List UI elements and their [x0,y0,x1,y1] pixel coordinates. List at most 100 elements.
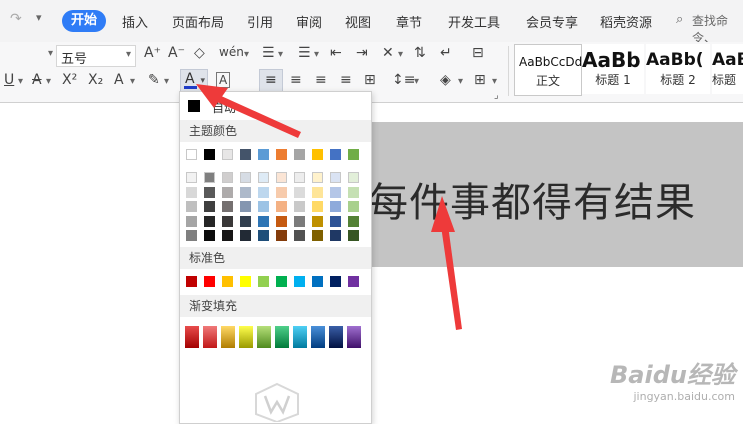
tab-review[interactable]: 审阅 [296,12,322,31]
theme-color-swatch[interactable] [186,149,197,160]
theme-color-swatch[interactable] [258,149,269,160]
theme-shade-swatch[interactable] [258,201,269,212]
theme-shade-swatch[interactable] [258,172,269,183]
theme-color-swatch[interactable] [276,149,287,160]
tab-view[interactable]: 视图 [345,12,371,31]
ruler-icon[interactable]: ⊟ [472,45,484,61]
theme-shade-swatch[interactable] [312,215,323,227]
tab-references[interactable]: 引用 [247,12,273,31]
theme-shade-swatch[interactable] [348,186,359,198]
highlight-icon[interactable]: ✎ [148,72,160,88]
redo-icon[interactable]: ↷ [10,11,22,27]
theme-shade-swatch[interactable] [222,201,233,212]
chevron-down-icon[interactable]: ▾ [164,76,169,87]
standard-color-swatch[interactable] [276,276,287,287]
theme-shade-swatch[interactable] [222,215,233,227]
tab-chapter[interactable]: 章节 [396,12,422,31]
theme-shade-swatch[interactable] [276,201,287,212]
pinyin-guide-icon[interactable]: wén [219,45,244,59]
standard-color-swatch[interactable] [348,276,359,287]
bullet-list-icon[interactable]: ☰ [262,45,275,61]
style-heading-2[interactable]: AaBb( 标题 2 [646,44,710,94]
chevron-down-icon[interactable]: ▾ [414,76,419,87]
theme-shade-swatch[interactable] [186,230,197,241]
decrease-indent-icon[interactable]: ⇤ [330,45,342,61]
shading-icon[interactable]: ◈ [440,72,451,88]
theme-shade-swatch[interactable] [240,215,251,227]
chevron-down-icon[interactable]: ▾ [278,49,283,60]
style-normal[interactable]: AaBbCcDd 正文 [514,44,582,96]
theme-shade-swatch[interactable] [330,172,341,183]
theme-shade-swatch[interactable] [222,186,233,198]
theme-shade-swatch[interactable] [240,186,251,198]
align-left-button[interactable]: ≡ [259,69,283,93]
theme-shade-swatch[interactable] [240,201,251,212]
theme-shade-swatch[interactable] [186,172,197,183]
chevron-down-icon[interactable]: ▾ [130,76,135,87]
theme-shade-swatch[interactable] [222,230,233,241]
chevron-down-icon[interactable]: ▾ [244,49,249,60]
subscript-icon[interactable]: X₂ [88,72,103,88]
gradient-fill-swatch[interactable] [239,326,253,348]
standard-color-swatch[interactable] [186,276,197,287]
auto-color-option[interactable]: 自动 [184,96,367,118]
gradient-fill-swatch[interactable] [293,326,307,348]
theme-color-swatch[interactable] [240,149,251,160]
theme-color-swatch[interactable] [348,149,359,160]
decrease-font-icon[interactable]: A⁻ [168,45,185,61]
paragraph-settings-icon[interactable]: ⌟ [494,90,499,101]
theme-shade-swatch[interactable] [312,172,323,183]
theme-shade-swatch[interactable] [312,201,323,212]
theme-shade-swatch[interactable] [258,215,269,227]
theme-color-swatch[interactable] [312,149,323,160]
theme-shade-swatch[interactable] [330,186,341,198]
increase-font-icon[interactable]: A⁺ [144,45,161,61]
font-size-select[interactable]: 五号 ▾ [56,45,136,67]
chevron-down-icon[interactable]: ▾ [314,49,319,60]
gradient-fill-swatch[interactable] [185,326,199,348]
gradient-fill-swatch[interactable] [257,326,271,348]
theme-shade-swatch[interactable] [204,172,215,183]
show-marks-icon[interactable]: ↵ [440,45,452,61]
theme-shade-swatch[interactable] [312,186,323,198]
theme-color-swatch[interactable] [294,149,305,160]
justify-icon[interactable]: ≡ [340,72,352,88]
standard-color-swatch[interactable] [294,276,305,287]
theme-shade-swatch[interactable] [204,201,215,212]
align-right-icon[interactable]: ≡ [315,72,327,88]
style-heading-3[interactable]: AaB 标题 [712,44,743,94]
gradient-fill-swatch[interactable] [347,326,361,348]
font-name-dropdown-icon[interactable]: ▾ [48,48,53,59]
sort-icon[interactable]: ⇅ [414,45,426,61]
standard-color-swatch[interactable] [222,276,233,287]
text-direction-icon[interactable]: ✕ [382,45,394,61]
standard-color-swatch[interactable] [204,276,215,287]
theme-shade-swatch[interactable] [222,172,233,183]
standard-color-swatch[interactable] [330,276,341,287]
tab-member[interactable]: 会员专享 [526,12,578,31]
gradient-fill-swatch[interactable] [203,326,217,348]
search-command[interactable]: 查找命令、 [692,12,743,46]
theme-shade-swatch[interactable] [276,230,287,241]
theme-shade-swatch[interactable] [258,186,269,198]
gradient-fill-swatch[interactable] [311,326,325,348]
theme-shade-swatch[interactable] [186,215,197,227]
superscript-icon[interactable]: X² [62,72,77,88]
character-border-icon[interactable]: A [216,72,231,88]
theme-shade-swatch[interactable] [186,201,197,212]
chevron-down-icon[interactable]: ▾ [492,76,497,87]
document-text[interactable]: 每件事都得有结果 [368,170,696,228]
numbered-list-icon[interactable]: ☰ [298,45,311,61]
gradient-fill-swatch[interactable] [275,326,289,348]
align-center-icon[interactable]: ≡ [290,72,302,88]
style-heading-1[interactable]: AaBb 标题 1 [582,44,644,94]
chevron-down-icon[interactable]: ▾ [46,76,51,87]
distribute-icon[interactable]: ⊞ [364,72,376,88]
standard-color-swatch[interactable] [312,276,323,287]
borders-icon[interactable]: ⊞ [474,72,486,88]
theme-shade-swatch[interactable] [204,186,215,198]
theme-shade-swatch[interactable] [294,215,305,227]
theme-shade-swatch[interactable] [330,215,341,227]
theme-shade-swatch[interactable] [348,172,359,183]
tab-page-layout[interactable]: 页面布局 [172,12,224,31]
